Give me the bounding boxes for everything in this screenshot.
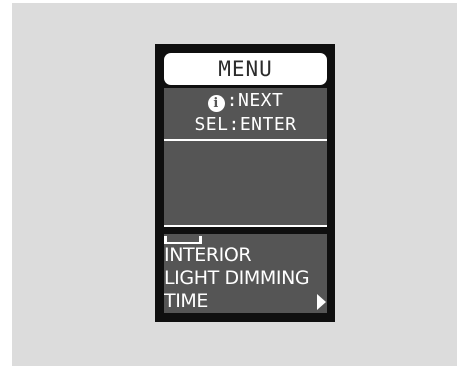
menu-title-bar: MENU xyxy=(164,53,327,85)
enter-hint: SEL:ENTER xyxy=(194,114,297,135)
menu-list: INTERIOR LIGHT DIMMING TIME xyxy=(164,234,327,313)
instruction-area: i:NEXT SEL:ENTER xyxy=(164,88,327,139)
next-hint: i:NEXT xyxy=(164,92,327,112)
scrolled-partial-item xyxy=(164,236,202,244)
next-hint-text: :NEXT xyxy=(226,90,284,111)
info-icon: i xyxy=(207,95,225,112)
menu-item-light-dimming[interactable]: LIGHT DIMMING xyxy=(164,269,327,288)
menu-title: MENU xyxy=(218,56,273,81)
menu-item-interior[interactable]: INTERIOR xyxy=(164,246,327,265)
chevron-right-icon xyxy=(317,294,326,310)
menu-item-time[interactable]: TIME xyxy=(164,292,327,311)
divider-bottom xyxy=(164,225,327,227)
empty-display-area xyxy=(164,141,327,225)
